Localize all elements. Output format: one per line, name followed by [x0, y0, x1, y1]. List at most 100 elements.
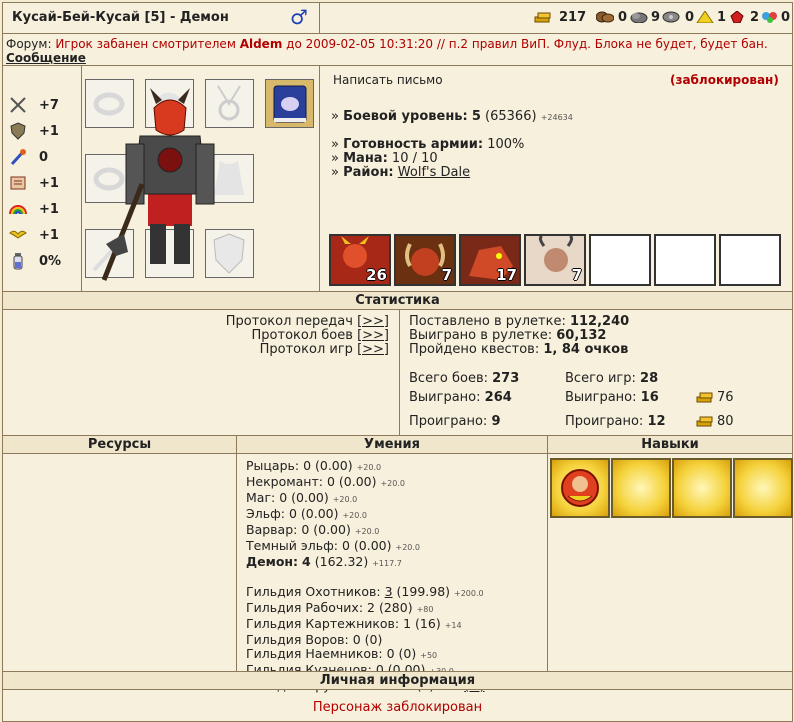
sections-header: Ресурсы Умения Навыки [3, 435, 792, 454]
title-cell: Кусай-Бей-Кусай [5] - Демон ♂ [3, 3, 320, 33]
moderator-name[interactable]: Aldem [240, 37, 283, 51]
mana-label: Мана: [343, 151, 388, 166]
attack-value: +7 [39, 98, 59, 113]
divider [399, 310, 400, 435]
write-letter-link[interactable]: Написать письмо [333, 73, 443, 87]
divider [547, 435, 548, 671]
empty-unit-slot[interactable] [589, 234, 651, 286]
roulette-stats: Поставлено в рулетке: 112,240 Выиграно в… [409, 314, 630, 357]
army-unit[interactable]: 26 [329, 234, 391, 286]
games-won-gold: 76 [717, 390, 734, 405]
crystal-icon [730, 11, 744, 23]
unit-count: 26 [366, 266, 387, 284]
talent-slot[interactable] [611, 458, 671, 518]
games-lost-gold: 80 [717, 414, 734, 429]
knowledge-icon [10, 176, 26, 190]
fights-total-row: Всего боев: 273 [409, 371, 520, 386]
divider [236, 435, 237, 671]
game-protocol-button[interactable]: [>>] [357, 342, 389, 357]
attack-icon [10, 97, 26, 113]
guild-workers: Гильдия Рабочих: 2 (280) +80 [246, 600, 434, 615]
district-link[interactable]: Wolf's Dale [398, 165, 470, 180]
header-bar: Кусай-Бей-Кусай [5] - Демон ♂ 217 0 9 0 … [3, 3, 792, 34]
roulette-won-value: 60,132 [556, 328, 607, 343]
ban-text-2: до 2009-02-05 10:31:20 // п.2 правил ВиП… [282, 37, 768, 51]
skill-mage: Маг: 0 (0.00) +20.0 [246, 490, 358, 505]
spellbook-icon [273, 85, 307, 123]
male-gender-icon: ♂ [290, 5, 308, 29]
fights-won-row: Выиграно: 264 [409, 390, 512, 405]
skill-necromancer: Некромант: 0 (0.00) +20.0 [246, 474, 405, 489]
games-total-row: Всего игр: 28 [565, 371, 659, 386]
mana-bottle-value: 0% [39, 254, 62, 269]
empty-unit-slot[interactable] [719, 234, 781, 286]
unit-count: 17 [496, 266, 517, 284]
blocked-status: (заблокирован) [670, 73, 779, 87]
blocked-character-notice: Персонаж заблокирован [312, 700, 483, 715]
skill-dark-elf: Темный эльф: 0 (0.00) +20.0 [246, 538, 421, 553]
fight-protocol-row: Протокол боев [>>] [251, 328, 389, 343]
quests-value: 1, 84 очков [543, 342, 629, 357]
combat-exp: (65366) [485, 109, 537, 124]
profile-frame: Кусай-Бей-Кусай [5] - Демон ♂ 217 0 9 0 … [2, 2, 793, 722]
skills-list: Рыцарь: 0 (0.00) +20.0 Некромант: 0 (0.0… [246, 459, 485, 695]
gold-icon [696, 416, 713, 427]
defense-value: +1 [39, 124, 59, 139]
mercury-icon [662, 11, 680, 23]
unit-count: 7 [441, 266, 452, 284]
fights-lost-value: 9 [491, 414, 501, 429]
forum-ban-notice: Форум: Игрок забанен смотрителем Aldem д… [6, 37, 790, 65]
skill-barbarian: Варвар: 0 (0.00) +20.0 [246, 522, 380, 537]
gems-icon [762, 12, 777, 23]
skill-elf: Эльф: 0 (0.00) +20.0 [246, 506, 367, 521]
army-unit[interactable]: 7 [524, 234, 586, 286]
mana-bottle-icon [13, 253, 23, 270]
fights-lost-row: Проиграно: 9 [409, 414, 501, 429]
sulfur-amount: 1 [717, 10, 727, 25]
talent-slot[interactable] [733, 458, 793, 518]
army-ready-row: » Готовность армии: 100% [331, 137, 525, 152]
empty-unit-slot[interactable] [654, 234, 716, 286]
combat-level-value: 5 [471, 109, 481, 124]
mana-row: » Мана: 10 / 10 [331, 151, 438, 166]
equipment-panel [82, 66, 320, 291]
guild-mercenaries: Гильдия Наемников: 0 (0) +50 [246, 646, 438, 661]
morale-value: +1 [39, 228, 59, 243]
skill-knight: Рыцарь: 0 (0.00) +20.0 [246, 458, 382, 473]
mercury-amount: 0 [685, 10, 695, 25]
guild-gamblers: Гильдия Картежников: 1 (16) +14 [246, 616, 462, 631]
sulfur-icon [696, 11, 714, 23]
statistics-header: Статистика [3, 291, 792, 310]
ore-icon [630, 12, 648, 23]
gold-icon [696, 392, 713, 403]
talent-slot[interactable] [550, 458, 610, 518]
combat-level-label: Боевой уровень: [343, 109, 468, 124]
roulette-bet-value: 112,240 [569, 314, 630, 329]
guild-thieves: Гильдия Воров: 0 (0) [246, 632, 383, 647]
fight-protocol-button[interactable]: [>>] [357, 328, 389, 343]
talent-slot[interactable] [672, 458, 732, 518]
transfer-protocol-button[interactable]: [>>] [357, 314, 389, 329]
book-slot[interactable] [265, 79, 314, 128]
crystal-amount: 2 [750, 10, 760, 25]
games-lost-value: 12 [647, 414, 666, 429]
defense-icon [10, 122, 26, 140]
games-won-row: Выиграно: 16 [565, 390, 659, 405]
ban-text-1: Игрок забанен смотрителем [51, 37, 240, 51]
gems-amount: 0 [781, 10, 791, 25]
mana-value: 10 / 10 [391, 151, 438, 166]
ore-amount: 9 [651, 10, 661, 25]
combat-exp-plus: +24634 [540, 113, 573, 122]
army-unit[interactable]: 17 [459, 234, 521, 286]
spellpower-value: 0 [39, 150, 49, 165]
games-won-value: 16 [640, 390, 659, 405]
army-unit[interactable]: 7 [394, 234, 456, 286]
stats-column: +7 +1 0 +1 +1 +1 0% [3, 66, 82, 291]
guild-hunters: Гильдия Охотников: 3 (199.98) +200.0 [246, 584, 484, 599]
morale-icon [9, 230, 27, 239]
district-row: » Район: Wolf's Dale [331, 165, 471, 180]
wood-amount: 0 [618, 10, 628, 25]
hunters-level-link[interactable]: 3 [385, 584, 393, 599]
fights-won-value: 264 [484, 390, 512, 405]
message-link[interactable]: Сообщение [6, 51, 86, 65]
